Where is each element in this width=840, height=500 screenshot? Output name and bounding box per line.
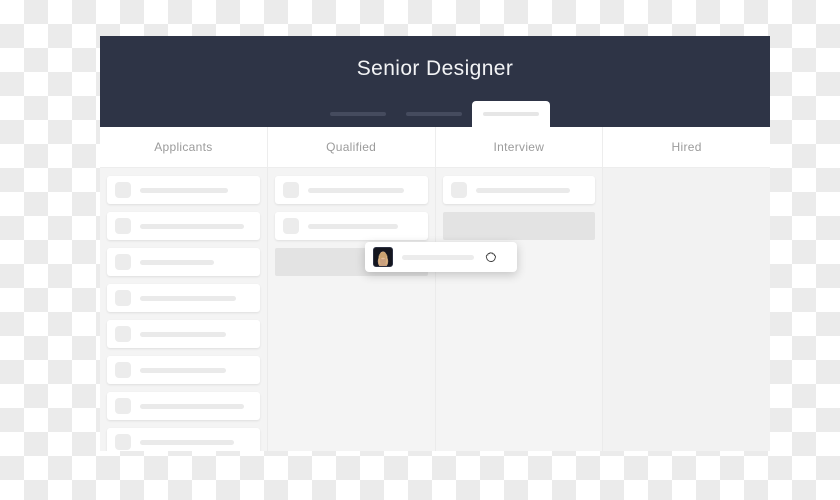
kanban-board <box>100 168 770 451</box>
candidate-card[interactable] <box>107 320 260 348</box>
card-text-placeholder <box>140 295 236 301</box>
avatar-placeholder-icon <box>450 182 467 198</box>
tab-2-label-placeholder <box>406 112 462 116</box>
card-text-placeholder <box>307 223 398 229</box>
card-text-placeholder <box>140 331 226 337</box>
avatar-placeholder-icon <box>115 290 131 306</box>
avatar-placeholder-icon <box>115 254 131 270</box>
avatar-placeholder-icon <box>282 218 299 234</box>
candidate-card[interactable] <box>442 176 596 204</box>
card-text-placeholder <box>475 187 570 193</box>
card-text-placeholder <box>307 187 404 193</box>
column-header-applicants[interactable]: Applicants <box>100 127 268 167</box>
candidate-card[interactable] <box>107 392 260 420</box>
card-text-placeholder <box>140 223 244 229</box>
tab-3-label-placeholder <box>483 112 539 116</box>
card-text-placeholder <box>140 439 234 445</box>
person-photo-avatar-icon <box>374 248 392 266</box>
candidate-card[interactable] <box>107 212 260 240</box>
card-text-placeholder <box>140 187 228 193</box>
page-title: Senior Designer <box>356 57 514 80</box>
candidate-card[interactable] <box>274 176 428 204</box>
tab-1[interactable] <box>320 101 396 127</box>
column-applicants[interactable] <box>100 168 268 451</box>
card-text-placeholder <box>140 403 244 409</box>
candidate-card[interactable] <box>107 248 260 276</box>
tab-1-label-placeholder <box>330 112 386 116</box>
avatar-placeholder-icon <box>115 434 131 450</box>
card-text-placeholder <box>140 367 226 373</box>
avatar-placeholder-icon <box>115 218 131 234</box>
tab-3-active[interactable] <box>472 101 550 127</box>
column-qualified[interactable] <box>267 168 436 451</box>
avatar-placeholder-icon <box>115 362 131 378</box>
candidate-card[interactable] <box>107 356 260 384</box>
app-header: Senior Designer <box>100 36 770 127</box>
column-header-interview[interactable]: Interview <box>436 127 604 167</box>
kanban-app-window: Senior Designer Applicants Qualified Int… <box>100 36 770 451</box>
column-header-row: Applicants Qualified Interview Hired <box>100 127 770 168</box>
column-header-hired[interactable]: Hired <box>603 127 770 167</box>
avatar-placeholder-icon <box>282 182 299 198</box>
grabbing-hand-cursor <box>484 250 498 264</box>
dragged-card-text-placeholder <box>402 254 474 260</box>
column-interview[interactable] <box>435 168 604 451</box>
column-header-qualified[interactable]: Qualified <box>268 127 436 167</box>
candidate-card[interactable] <box>107 428 260 451</box>
tab-strip <box>100 101 770 127</box>
avatar-placeholder-icon <box>115 326 131 342</box>
avatar <box>373 247 393 267</box>
card-text-placeholder <box>140 259 214 265</box>
dragged-candidate-card[interactable] <box>365 242 517 272</box>
avatar-placeholder-icon <box>115 398 131 414</box>
tab-2[interactable] <box>396 101 472 127</box>
candidate-card[interactable] <box>274 212 428 240</box>
column-hired[interactable] <box>603 168 770 451</box>
drop-placeholder <box>442 212 596 240</box>
avatar-placeholder-icon <box>115 182 131 198</box>
candidate-card[interactable] <box>107 176 260 204</box>
candidate-card[interactable] <box>107 284 260 312</box>
